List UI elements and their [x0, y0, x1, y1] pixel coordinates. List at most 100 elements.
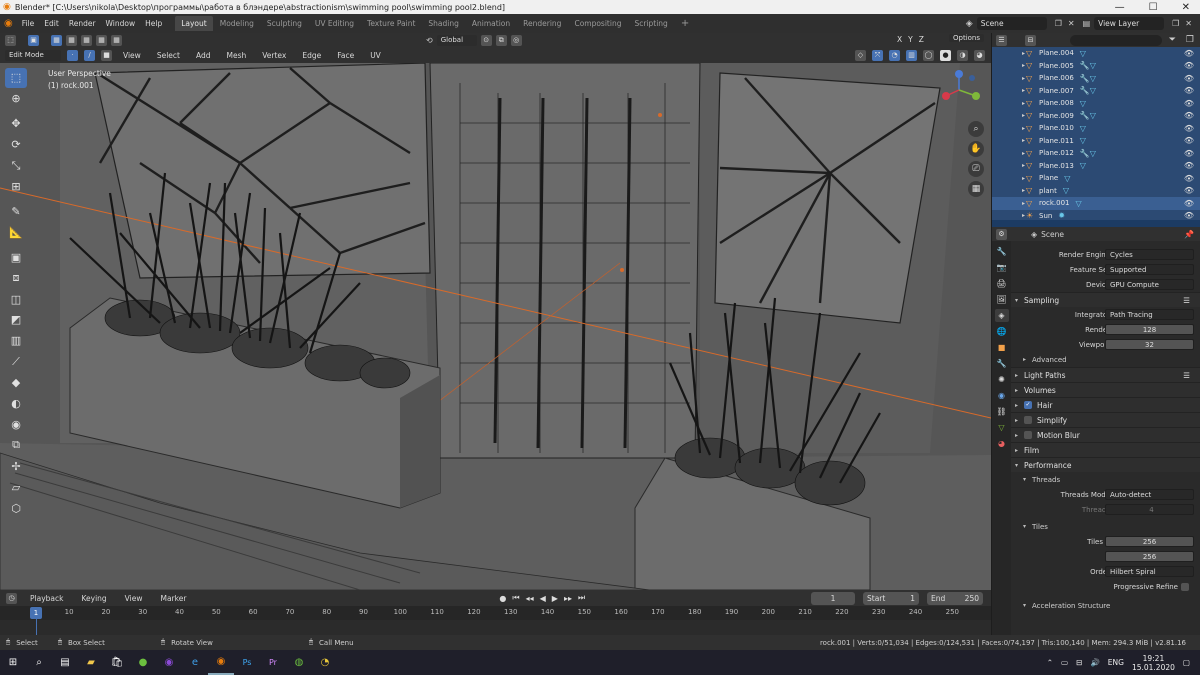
eye-icon[interactable]: 👁	[1184, 186, 1194, 195]
viewport-samples-field[interactable]: 32	[1105, 339, 1194, 350]
play-reverse-icon[interactable]: ◀	[540, 594, 546, 603]
menu-mesh[interactable]: Mesh	[221, 51, 251, 60]
snap-icon[interactable]: ⧉	[495, 35, 507, 46]
light-paths-panel-header[interactable]: ▸ Light Paths ☰	[1011, 367, 1200, 382]
navigation-gizmo[interactable]	[934, 68, 988, 128]
outliner-item[interactable]: ▸ ▽ Plane.013 ▽ 👁	[992, 159, 1200, 172]
vertex-select-icon[interactable]: ·	[67, 50, 78, 61]
mirror-x-button[interactable]: X	[897, 35, 902, 44]
torrent-app-icon[interactable]: ●	[130, 650, 156, 675]
options-dropdown[interactable]: Options	[949, 34, 985, 42]
pin-icon[interactable]: 📌	[1184, 230, 1194, 239]
object-tab-icon[interactable]: ■	[995, 341, 1009, 354]
gizmo-toggle-icon[interactable]: ⤧	[872, 50, 883, 61]
menu-face[interactable]: Face	[332, 51, 359, 60]
menu-file[interactable]: File	[17, 19, 40, 28]
tab-layout[interactable]: Layout	[175, 16, 213, 31]
data-tab-icon[interactable]: ▽	[995, 421, 1009, 434]
next-key-icon[interactable]: ▸▸	[564, 594, 572, 603]
select-intersect-icon[interactable]: ▦	[111, 35, 122, 46]
modifier-tab-icon[interactable]: 🔧	[995, 357, 1009, 370]
tab-rendering[interactable]: Rendering	[517, 16, 567, 31]
shear-tool-icon[interactable]: ▱	[5, 477, 27, 497]
eye-icon[interactable]: 👁	[1184, 199, 1194, 208]
notification-icon[interactable]: ▢	[1183, 658, 1190, 667]
output-tab-icon[interactable]: 🖨	[995, 277, 1009, 290]
scene-tab-icon[interactable]: ◈	[994, 309, 1009, 322]
smooth-tool-icon[interactable]: ◉	[5, 415, 27, 435]
editor-type-icon[interactable]: ⬚	[5, 35, 16, 46]
select-invert-icon[interactable]: ▦	[96, 35, 107, 46]
tab-texture-paint[interactable]: Texture Paint	[361, 16, 421, 31]
outliner-item[interactable]: ▸ ▽ rock.001 ▽ 👁	[992, 197, 1200, 210]
edge-slide-tool-icon[interactable]: ⧉	[5, 435, 27, 455]
device-dropdown[interactable]: GPU Compute	[1105, 279, 1194, 290]
select-mode-icon[interactable]: ▣	[28, 35, 39, 46]
outliner-item[interactable]: ▸ ▽ Plane.010 ▽ 👁	[992, 122, 1200, 135]
pivot-icon[interactable]: ⊙	[480, 35, 492, 46]
menu-window[interactable]: Window	[101, 19, 141, 28]
eye-icon[interactable]: 👁	[1184, 211, 1194, 220]
zoom-icon[interactable]: ⌕	[968, 121, 984, 137]
outliner-item[interactable]: ▸ ▽ Plane.009 🔧▽ 👁	[992, 109, 1200, 122]
overlay-toggle-icon[interactable]: ◔	[889, 50, 900, 61]
outliner-item[interactable]: ▸ ▽ Plane.008 ▽ 👁	[992, 97, 1200, 110]
3d-viewport[interactable]	[0, 63, 991, 590]
volumes-panel-header[interactable]: ▸ Volumes	[1011, 382, 1200, 397]
bevel-tool-icon[interactable]: ◩	[5, 310, 27, 330]
filter-icon[interactable]: ⏷	[1169, 35, 1176, 45]
prev-key-icon[interactable]: ◂◂	[526, 594, 534, 603]
face-select-icon[interactable]: ■	[101, 50, 112, 61]
eye-icon[interactable]: 👁	[1184, 49, 1194, 58]
outliner-item[interactable]: ▸ ▽ Plane ▽ 👁	[992, 172, 1200, 185]
select-extend-icon[interactable]: ▦	[66, 35, 77, 46]
render-samples-field[interactable]: 128	[1105, 324, 1194, 335]
outliner-item[interactable]: ▸ ▽ Plane.007 🔧▽ 👁	[992, 84, 1200, 97]
close-button[interactable]: ✕	[1182, 2, 1190, 13]
view-layer-tab-icon[interactable]: 🖼	[995, 293, 1009, 306]
view-layer-selector[interactable]: View Layer	[1094, 17, 1165, 30]
jump-end-icon[interactable]: ⏭	[578, 593, 585, 603]
tab-compositing[interactable]: Compositing	[568, 16, 627, 31]
progressive-refine-checkbox[interactable]	[1181, 582, 1189, 591]
eye-icon[interactable]: 👁	[1184, 99, 1194, 108]
xbox-app-icon[interactable]: ◍	[286, 650, 312, 675]
display-mode-icon[interactable]: ⊟	[1025, 34, 1036, 46]
axis-gizmo-icon[interactable]	[934, 68, 988, 108]
threads-subpanel[interactable]: ▾ Threads	[1011, 472, 1200, 487]
performance-panel-header[interactable]: ▾ Performance	[1011, 457, 1200, 472]
sampling-panel-header[interactable]: ▾ Sampling ☰	[1011, 292, 1200, 307]
motion-blur-panel-header[interactable]: ▸ Motion Blur	[1011, 427, 1200, 442]
cursor-tool-icon[interactable]: ⊕	[5, 89, 27, 109]
menu-timeline-view[interactable]: View	[120, 594, 148, 603]
mirror-z-button[interactable]: Z	[919, 35, 924, 44]
timeline-area[interactable]: 1102030405060708090100110120130140150160…	[0, 606, 991, 635]
playhead-frame[interactable]: 1	[30, 607, 42, 619]
add-workspace-button[interactable]: +	[675, 16, 695, 31]
timeline-ruler[interactable]: 1102030405060708090100110120130140150160…	[0, 606, 991, 620]
menu-edit[interactable]: Edit	[39, 19, 64, 28]
eye-icon[interactable]: 👁	[1184, 111, 1194, 120]
tiles-subpanel[interactable]: ▾ Tiles	[1011, 519, 1200, 534]
blender-menu-icon[interactable]: ◉	[4, 18, 13, 29]
list-icon[interactable]: ☰	[1183, 296, 1190, 305]
ortho-grid-icon[interactable]: ▦	[968, 181, 984, 197]
mode-dropdown[interactable]: Edit Mode	[5, 50, 61, 61]
spin-tool-icon[interactable]: ◐	[5, 394, 27, 414]
outliner-item[interactable]: ▸ ▽ Plane.006 🔧▽ 👁	[992, 72, 1200, 85]
tool-tab-icon[interactable]: 🔧	[995, 245, 1009, 258]
select-new-icon[interactable]: ▦	[51, 35, 62, 46]
menu-select[interactable]: Select	[152, 51, 185, 60]
eye-icon[interactable]: 👁	[1184, 161, 1194, 170]
premiere-icon[interactable]: Pr	[260, 650, 286, 675]
proportional-edit-icon[interactable]: ◎	[510, 35, 522, 46]
task-view-icon[interactable]: ▤	[52, 650, 78, 675]
play-icon[interactable]: ▶	[552, 594, 558, 603]
tray-volume-icon[interactable]: 🔊	[1090, 658, 1099, 667]
file-explorer-icon[interactable]: ▰	[78, 650, 104, 675]
tab-modeling[interactable]: Modeling	[214, 16, 260, 31]
blender-taskbar-icon[interactable]: ◉	[208, 650, 234, 675]
rendered-shading-icon[interactable]: ◕	[974, 50, 985, 61]
delete-scene-icon[interactable]: ✕	[1068, 19, 1075, 28]
tab-scripting[interactable]: Scripting	[628, 16, 673, 31]
